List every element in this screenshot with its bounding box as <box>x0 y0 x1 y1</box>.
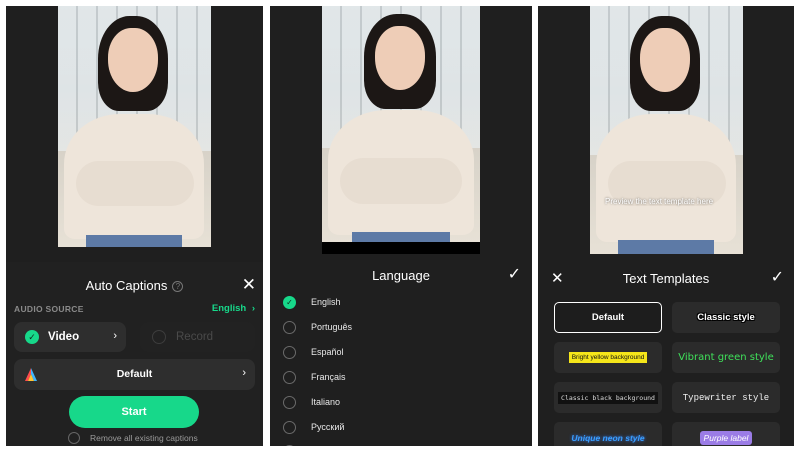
radio-icon <box>283 396 296 409</box>
template-unique-neon[interactable]: Unique neon style <box>554 422 662 446</box>
help-icon[interactable]: ? <box>172 281 184 292</box>
caption-style-selector[interactable]: Default › <box>14 359 255 390</box>
close-icon[interactable]: ✕ <box>242 276 256 293</box>
radio-icon <box>283 445 296 446</box>
template-label: Bright yellow background <box>568 352 648 363</box>
record-option-label: Record <box>176 331 214 343</box>
video-letterbox <box>322 242 480 254</box>
chevron-right-icon: › <box>113 330 117 342</box>
language-label: Español <box>311 347 344 357</box>
template-label: Vibrant green style <box>678 352 774 363</box>
video-frame <box>590 6 743 254</box>
video-source-option[interactable]: ✓ Video › <box>14 322 126 352</box>
remove-captions-checkbox[interactable] <box>68 432 80 444</box>
radio-icon <box>283 346 296 359</box>
template-label: Purple label <box>699 430 753 445</box>
templates-sheet: ✕ Text Templates ✓ Default Classic style… <box>538 262 794 446</box>
language-selector-link[interactable]: English › <box>212 303 255 314</box>
audio-source-label: AUDIO SOURCE <box>14 304 84 314</box>
check-icon: ✓ <box>283 296 296 309</box>
template-typewriter[interactable]: Typewriter style <box>672 382 780 413</box>
radio-icon <box>152 330 166 344</box>
radio-icon <box>283 321 296 334</box>
template-preview-text: Preview the text template here <box>605 197 714 206</box>
template-default[interactable]: Default <box>554 302 662 333</box>
check-icon[interactable]: ✓ <box>771 267 784 287</box>
chevron-right-icon: › <box>242 367 246 379</box>
template-label: Classic style <box>697 312 755 323</box>
start-button[interactable]: Start <box>69 396 199 428</box>
sheet-title-text: Auto Captions <box>85 278 168 293</box>
auto-captions-screen: Auto Captions? ✕ AUDIO SOURCE English › … <box>6 6 263 446</box>
template-label: Default <box>591 312 625 323</box>
template-purple-label[interactable]: Purple label <box>672 422 780 446</box>
video-preview: Preview the text template here <box>538 6 794 262</box>
language-label: Português <box>311 322 353 332</box>
radio-icon <box>283 421 296 434</box>
language-label: English <box>311 297 341 307</box>
sheet-title: Text Templates <box>622 271 710 286</box>
sheet-title: Auto Captions? <box>6 278 263 293</box>
style-label: Default <box>116 368 153 380</box>
text-templates-screen: Preview the text template here ✕ Text Te… <box>538 6 794 446</box>
radio-icon <box>283 371 296 384</box>
template-label: Typewriter style <box>682 392 770 403</box>
language-link-text: English <box>211 303 247 314</box>
language-label: Русский <box>311 422 345 432</box>
template-bright-yellow[interactable]: Bright yellow background <box>554 342 662 373</box>
language-screen: Language ✓ ✓ English Português Español F… <box>270 6 532 446</box>
template-classic-style[interactable]: Classic style <box>672 302 780 333</box>
check-icon[interactable]: ✓ <box>508 264 521 284</box>
video-frame <box>58 6 211 247</box>
template-classic-black[interactable]: Classic black background <box>554 382 662 413</box>
video-frame <box>322 6 480 242</box>
language-label: Italiano <box>311 397 341 407</box>
chevron-right-icon: › <box>251 303 255 314</box>
video-option-label: Video <box>48 331 80 343</box>
language-sheet: Language ✓ ✓ English Português Español F… <box>270 258 532 446</box>
template-label: Unique neon style <box>571 432 645 443</box>
video-preview <box>6 6 263 262</box>
template-vibrant-green[interactable]: Vibrant green style <box>672 342 780 373</box>
template-label: Classic black background <box>558 391 658 404</box>
captions-sheet: Auto Captions? ✕ AUDIO SOURCE English › … <box>6 262 263 446</box>
check-icon: ✓ <box>25 330 39 344</box>
record-source-option[interactable]: Record <box>140 322 255 352</box>
language-label: Français <box>311 372 346 382</box>
remove-captions-label: Remove all existing captions <box>90 433 198 443</box>
video-preview <box>270 6 532 258</box>
sheet-title: Language <box>372 268 430 283</box>
